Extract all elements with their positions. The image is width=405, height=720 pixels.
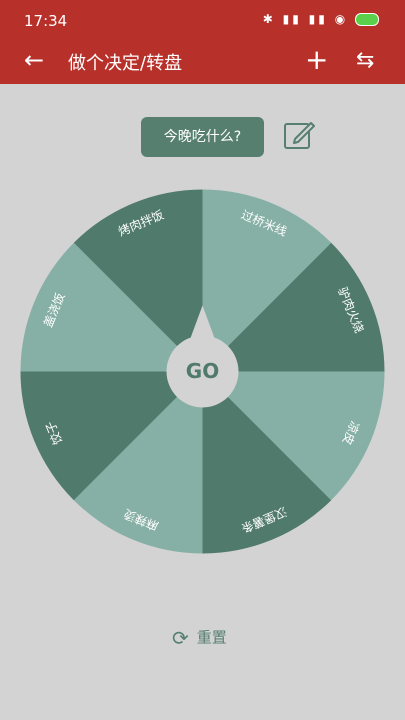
edit-icon [284,122,315,149]
status-icons: ✱ ▮▮ ▮▮ ◉ [263,12,379,26]
refresh-icon: ⟳ [172,625,189,650]
page-title: 做个决定/转盘 [68,53,183,74]
add-button[interactable]: + [305,44,328,76]
arrow-left-icon: ← [23,46,45,74]
spin-wheel-graphic: 过桥米线驴肉火烧凉皮汉堡薯条麻辣烫饺子盖浇饭烤肉拌饭GO [20,189,385,554]
spin-wheel[interactable]: 过桥米线 驴肉火烧 凉皮 汉堡薯条 麻辣烫 饺子 盖浇饭 烤肉拌饭 GO [20,189,385,554]
edit-button[interactable] [282,118,316,152]
back-button[interactable]: ← [20,46,48,74]
status-time: 17:34 [24,12,68,30]
swap-icon: ⇆ [356,48,375,73]
battery-icon [355,13,379,26]
swap-button[interactable]: ⇆ [356,48,374,73]
reset-button[interactable]: ⟳ 重置 [172,625,227,650]
reset-label: 重置 [196,628,227,647]
go-label: GO [186,359,219,383]
status-icons-text: ✱ ▮▮ ▮▮ ◉ [262,12,349,26]
question-button[interactable]: 今晚吃什么? [141,117,264,157]
plus-icon: + [305,43,329,76]
app-bar: ← 做个决定/转盘 + ⇆ [0,38,405,84]
status-bar: 17:34 ✱ ▮▮ ▮▮ ◉ [0,0,405,38]
